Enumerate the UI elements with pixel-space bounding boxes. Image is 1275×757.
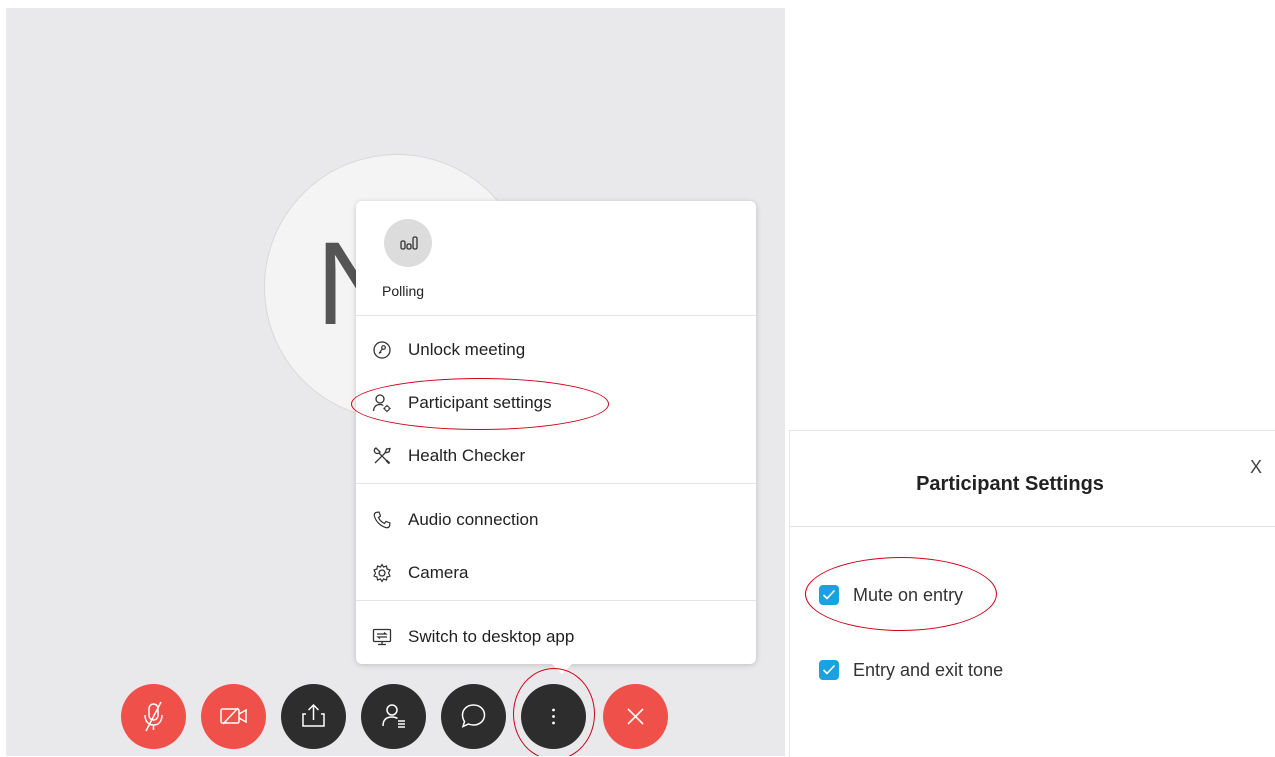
chat-icon	[461, 704, 486, 728]
close-icon	[627, 708, 644, 725]
microphone-muted-icon	[144, 701, 163, 732]
checkbox-label: Mute on entry	[853, 585, 964, 605]
share-button[interactable]	[281, 684, 346, 749]
more-options-menu: Polling Unlock meeting Participant setti…	[356, 201, 756, 674]
unlock-icon	[372, 340, 392, 360]
desktop-switch-icon	[372, 627, 392, 647]
menu-divider	[356, 483, 756, 484]
meeting-stage: N Polling Unlock meeting	[6, 8, 785, 756]
gear-icon	[372, 563, 392, 583]
menu-item-audio-connection[interactable]: Audio connection	[356, 498, 756, 542]
menu-item-participant-settings[interactable]: Participant settings	[356, 381, 756, 425]
phone-icon	[372, 510, 392, 530]
panel-divider	[790, 526, 1275, 527]
menu-item-label: Audio connection	[408, 510, 539, 529]
polling-icon	[384, 219, 432, 267]
menu-item-label: Participant settings	[408, 393, 552, 412]
more-icon	[552, 708, 555, 725]
checkbox-checked[interactable]	[819, 585, 839, 605]
chat-button[interactable]	[441, 684, 506, 749]
share-icon	[302, 703, 325, 727]
mute-on-entry-checkbox[interactable]: Mute on entry	[819, 583, 999, 609]
menu-item-label: Switch to desktop app	[408, 627, 575, 646]
participant-settings-icon	[372, 393, 392, 413]
menu-item-unlock-meeting[interactable]: Unlock meeting	[356, 328, 756, 372]
menu-item-camera[interactable]: Camera	[356, 551, 756, 595]
tools-icon	[372, 446, 392, 466]
menu-item-switch-desktop-app[interactable]: Switch to desktop app	[356, 615, 756, 659]
close-icon[interactable]: X	[1250, 457, 1262, 478]
polling-label: Polling	[382, 283, 425, 299]
menu-divider	[356, 315, 756, 316]
menu-divider	[356, 600, 756, 601]
menu-item-label: Health Checker	[408, 446, 526, 465]
leave-meeting-button[interactable]	[603, 684, 668, 749]
more-options-button[interactable]	[521, 684, 586, 749]
checkbox-label: Entry and exit tone	[853, 660, 1004, 680]
participant-settings-panel: Participant Settings X Mute on entry Ent…	[789, 430, 1275, 757]
checkbox-checked[interactable]	[819, 660, 839, 680]
menu-caret	[552, 664, 572, 674]
mute-button[interactable]	[121, 684, 186, 749]
participants-icon	[382, 704, 405, 728]
video-button[interactable]	[201, 684, 266, 749]
menu-item-health-checker[interactable]: Health Checker	[356, 434, 756, 478]
panel-title: Participant Settings	[916, 473, 1104, 495]
entry-exit-tone-checkbox[interactable]: Entry and exit tone	[819, 658, 1039, 684]
menu-item-label: Camera	[408, 563, 469, 582]
menu-item-label: Unlock meeting	[408, 340, 526, 359]
polling-button[interactable]: Polling	[372, 215, 442, 305]
video-off-icon	[220, 707, 247, 725]
participants-button[interactable]	[361, 684, 426, 749]
